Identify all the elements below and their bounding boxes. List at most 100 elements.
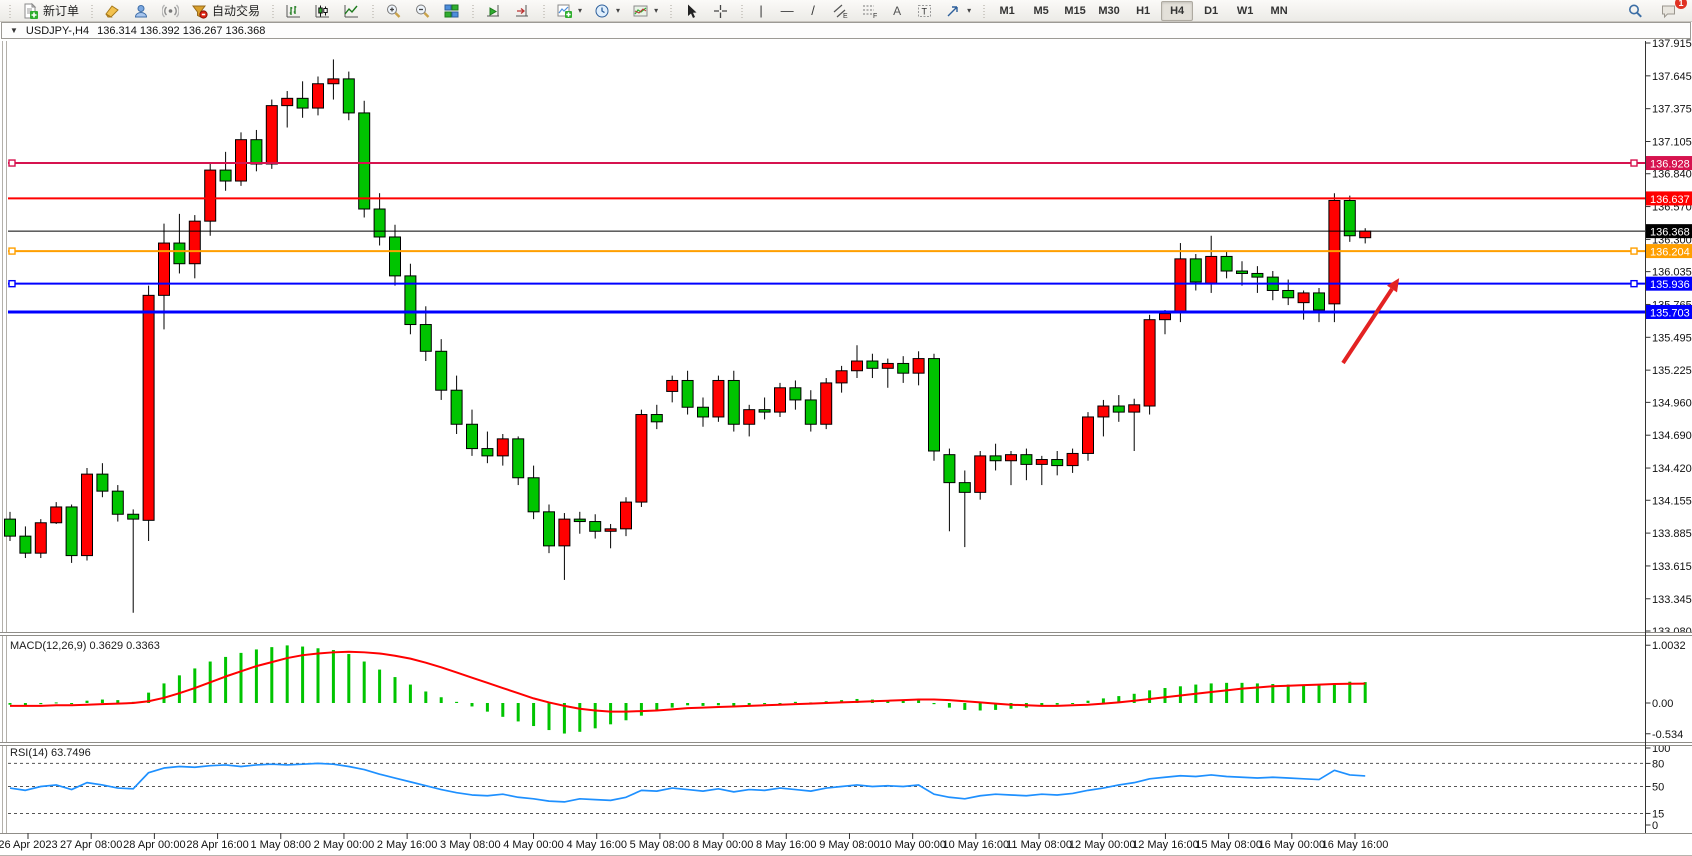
price-axis[interactable]: 137.915137.645137.375137.105136.840136.5… [1646,39,1692,638]
svg-text:26 Apr 2023: 26 Apr 2023 [0,839,58,851]
tf-m15-button[interactable]: M15 [1059,1,1091,21]
crosshair-tool-button[interactable] [707,0,734,22]
new-order-icon [22,3,39,19]
tf-h1-button[interactable]: H1 [1127,1,1159,21]
auto-scroll-button[interactable] [480,0,507,22]
templates-icon [632,3,649,19]
svg-text:134.960: 134.960 [1652,397,1692,409]
candle [1067,453,1078,465]
macd-indicator: 1.00320.00-0.534 [9,640,1686,741]
horizontal-line-tool[interactable]: — [775,0,799,22]
hline-136.204[interactable]: 136.204 [8,244,1692,259]
vertical-line-tool[interactable]: | [749,0,773,22]
tf-m1-button[interactable]: M1 [991,1,1023,21]
equidistant-channel-tool[interactable]: E [827,0,854,22]
hline-136.637[interactable]: 136.637 [8,191,1692,206]
hline-135.703[interactable]: 135.703 [8,305,1692,320]
line-handle[interactable] [9,281,15,287]
tf-m30-button[interactable]: M30 [1093,1,1125,21]
chart-shift-button[interactable] [509,0,536,22]
periods-button[interactable]: ▾ [589,0,625,22]
toolbar-grip[interactable] [269,3,276,19]
indicators-button[interactable]: ▾ [551,0,587,22]
candle [328,79,339,84]
svg-text:133.615: 133.615 [1652,561,1692,573]
toolbar-grip[interactable] [88,3,95,19]
svg-text:27 Apr 08:00: 27 Apr 08:00 [60,839,122,851]
zoom-in-button[interactable] [380,0,407,22]
candle [1344,200,1355,235]
candlestick-chart-button[interactable] [309,0,336,22]
line-chart-button[interactable] [338,0,365,22]
zoom-out-button[interactable] [409,0,436,22]
svg-text:10 May 00:00: 10 May 00:00 [879,839,946,851]
tf-w1-button[interactable]: W1 [1229,1,1261,21]
candle [1283,290,1294,297]
tf-d1-button[interactable]: D1 [1195,1,1227,21]
tf-m5-button[interactable]: M5 [1025,1,1057,21]
notifications-button[interactable]: 1 [1655,0,1682,22]
templates-button[interactable]: ▾ [627,0,663,22]
search-icon [1627,3,1644,19]
line-handle[interactable] [1631,160,1637,166]
metatrader-window: 新订单 [0,0,1692,856]
zoom-out-icon [414,3,431,19]
candle [1021,455,1032,465]
candle [821,383,832,424]
svg-text:4 May 00:00: 4 May 00:00 [503,839,564,851]
text-tool[interactable]: A [885,0,909,22]
tile-windows-button[interactable] [438,0,465,22]
fibonacci-tool[interactable]: F [856,0,883,22]
new-order-button[interactable]: 新订单 [17,0,84,22]
autotrading-button[interactable]: 自动交易 [186,0,265,22]
time-axis[interactable]: 26 Apr 202327 Apr 08:0028 Apr 00:0028 Ap… [0,833,1388,851]
chart-menu-dropdown-icon[interactable]: ▼ [10,26,18,35]
vertical-line-icon: | [754,3,768,18]
bar-chart-button[interactable] [280,0,307,22]
candle [128,514,139,519]
signals-button[interactable] [157,0,184,22]
trendline-tool[interactable]: / [801,0,825,22]
metaeditor-button[interactable] [99,0,126,22]
price-chart-canvas[interactable]: 137.915137.645137.375137.105136.840136.5… [0,39,1692,855]
candle [297,98,308,108]
tile-windows-icon [443,3,460,19]
market-watch-button[interactable] [128,0,155,22]
tf-h4-button[interactable]: H4 [1161,1,1193,21]
tf-mn-button[interactable]: MN [1263,1,1295,21]
candle [1006,455,1017,461]
toolbar-grip[interactable] [980,3,987,19]
svg-text:8 May 16:00: 8 May 16:00 [756,839,817,851]
svg-text:2 May 16:00: 2 May 16:00 [377,839,438,851]
svg-text:1.0032: 1.0032 [1652,640,1686,652]
toolbar-grip[interactable] [469,3,476,19]
line-handle[interactable] [9,160,15,166]
toolbar-grip[interactable] [738,3,745,19]
candle [682,380,693,407]
search-button[interactable] [1622,0,1649,22]
toolbar-grip[interactable] [6,3,13,19]
line-handle[interactable] [9,248,15,254]
candle [66,507,77,556]
toolbar-grip[interactable] [369,3,376,19]
periods-caret: ▾ [616,6,620,15]
hline-135.936[interactable]: 135.936 [8,277,1692,292]
candle [513,439,524,478]
line-handle[interactable] [1631,248,1637,254]
arrows-tool[interactable]: ▾ [940,0,976,22]
hline-136.368[interactable]: 136.368 [8,224,1692,239]
svg-text:136.928: 136.928 [1650,159,1690,171]
line-handle[interactable] [1631,281,1637,287]
trend-arrow-annotation[interactable] [1343,278,1399,363]
candle [97,474,108,491]
svg-text:9 May 08:00: 9 May 08:00 [819,839,880,851]
candle [574,519,585,521]
candle [1036,460,1047,465]
candle [451,390,462,424]
arrows-icon [945,3,962,19]
toolbar-grip[interactable] [667,3,674,19]
cursor-tool-button[interactable] [678,0,705,22]
toolbar-grip[interactable] [540,3,547,19]
chart-window-header[interactable]: ▼ USDJPY-,H4 136.314 136.392 136.267 136… [1,22,1691,39]
text-label-tool[interactable]: T [911,0,938,22]
